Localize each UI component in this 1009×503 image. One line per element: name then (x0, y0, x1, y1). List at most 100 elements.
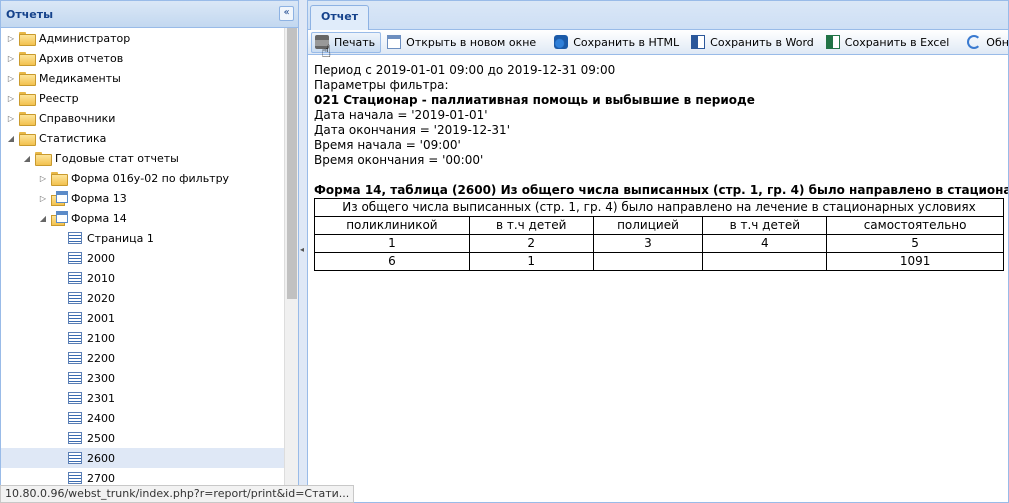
expander-icon[interactable]: ▷ (5, 114, 17, 123)
save-html-button[interactable]: Сохранить в HTML (550, 32, 685, 53)
table-cell: 1091 (826, 252, 1004, 271)
form-icon (51, 191, 68, 206)
column-header: в т.ч детей (468, 216, 594, 235)
expander-icon[interactable]: ▷ (5, 94, 17, 103)
filter-date-end: Дата окончания = '2019-12-31' (314, 123, 510, 137)
tree-item-label: Медикаменты (39, 71, 121, 85)
word-file-icon (691, 35, 706, 49)
expander-icon[interactable]: ◢ (37, 214, 49, 223)
save-excel-button[interactable]: Сохранить в Excel (822, 32, 956, 53)
report-page-icon (68, 332, 82, 344)
tree-item[interactable]: ◢ Форма 14 (1, 208, 284, 228)
tree-item[interactable]: ◢ Годовые стат отчеты (1, 148, 284, 168)
tree-item-label: 2300 (87, 371, 115, 385)
tree-item[interactable]: 2500 (1, 428, 284, 448)
tree-item[interactable]: 2400 (1, 408, 284, 428)
expander-icon[interactable]: ◢ (21, 154, 33, 163)
filter-params-label: Параметры фильтра: (314, 78, 449, 92)
table-cell: 1 (468, 252, 594, 271)
report-page-icon (68, 392, 82, 404)
tree-item-label: Форма 14 (71, 211, 127, 225)
reports-tree: ▷ Администратор ▷ Архив отчетов ▷ Медикаменты… (1, 28, 284, 502)
save-html-label: Сохранить в HTML (573, 35, 680, 49)
tree-item[interactable]: 2300 (1, 368, 284, 388)
collapse-panel-button[interactable]: « (279, 6, 294, 21)
print-button[interactable]: Печать ☝ (311, 31, 382, 60)
report-page-icon (68, 352, 82, 364)
tree-item[interactable]: ▷ Медикаменты (1, 68, 284, 88)
tree-item[interactable]: ◢ Статистика (1, 128, 284, 148)
html-file-icon (554, 35, 569, 49)
expander-icon[interactable]: ▷ (37, 194, 49, 203)
table-columns-row: поликлиникой в т.ч детей полицией в т.ч дет… (314, 216, 1004, 235)
report-page-icon (68, 312, 82, 324)
save-word-button[interactable]: Сохранить в Word (687, 32, 820, 53)
tree-item[interactable]: ▷ Форма 13 (1, 188, 284, 208)
expander-icon[interactable]: ◢ (5, 134, 17, 143)
filter-time-start: Время начала = '09:00' (314, 138, 461, 152)
column-number-cell: 5 (826, 234, 1004, 253)
expander-icon[interactable]: ▷ (5, 34, 17, 43)
reports-panel-header: Отчеты « (1, 1, 298, 28)
report-content: Период с 2019-01-01 09:00 до 2019-12-31 … (308, 55, 1008, 279)
tree-item[interactable]: 2010 (1, 268, 284, 288)
tree-item[interactable]: 2200 (1, 348, 284, 368)
tree-item-label: Страница 1 (87, 231, 154, 245)
tab-report[interactable]: Отчет (310, 5, 370, 30)
tree-item-label: 2500 (87, 431, 115, 445)
tree-item-label: 2600 (87, 451, 115, 465)
tree-item[interactable]: 2100 (1, 328, 284, 348)
tree-item[interactable]: Страница 1 (1, 228, 284, 248)
expander-icon[interactable]: ▷ (5, 54, 17, 63)
column-header: поликлиникой (314, 216, 470, 235)
tree-item-label: Форма 016у-02 по фильтру (71, 171, 230, 185)
tree-item-label: Администратор (39, 31, 131, 45)
tree-scrollbar[interactable] (284, 28, 298, 502)
report-page-icon (68, 472, 82, 484)
table-title: Форма 14, таблица (2600) Из общего числа… (314, 183, 1009, 197)
table-row: 6 1 1091 (314, 252, 1004, 271)
tree-item-label: Годовые стат отчеты (55, 151, 179, 165)
tree-item-label: Реестр (39, 91, 79, 105)
folder-icon (35, 152, 52, 166)
tree-item[interactable]: 2000 (1, 248, 284, 268)
save-excel-label: Сохранить в Excel (844, 35, 950, 49)
tree-scrollbar-thumb[interactable] (287, 28, 297, 299)
report-page-icon (68, 412, 82, 424)
tree-item-label: 2000 (87, 251, 115, 265)
print-button-label: Печать (334, 35, 376, 49)
hand-cursor-icon: ☝ (321, 41, 332, 62)
tree-item[interactable]: 2001 (1, 308, 284, 328)
reports-tree-panel: Отчеты « ▷ Администратор ▷ Архив отчетов ▷ Ме… (0, 0, 299, 503)
folder-icon (19, 112, 36, 126)
table-cell: 6 (314, 252, 470, 271)
folder-icon (19, 72, 36, 86)
report-panel: Отчет Печать ☝ Открыть в новом окне Сохр… (307, 0, 1009, 503)
column-header: самостоятельно (826, 216, 1004, 235)
tree-item-label: 2020 (87, 291, 115, 305)
tree-item[interactable]: ▷ Архив отчетов (1, 48, 284, 68)
open-new-window-button[interactable]: Открыть в новом окне (383, 32, 542, 53)
report-page-icon (68, 272, 82, 284)
report-page-icon (68, 292, 82, 304)
excel-file-icon (825, 35, 840, 49)
column-number-cell: 1 (314, 234, 470, 253)
folder-icon (19, 52, 36, 66)
splitter-grip-icon[interactable]: ◂ (300, 245, 306, 257)
tree-item[interactable]: ▷ Справочники (1, 108, 284, 128)
tree-item[interactable]: ▷ Реестр (1, 88, 284, 108)
tree-item[interactable]: 2301 (1, 388, 284, 408)
tree-item-label: Форма 13 (71, 191, 127, 205)
tree-item[interactable]: ▷ Форма 016у-02 по фильтру (1, 168, 284, 188)
expander-icon[interactable]: ▷ (37, 174, 49, 183)
tree-item[interactable]: ▷ Администратор (1, 28, 284, 48)
tree-item[interactable]: 2600 (1, 448, 284, 468)
report-page-icon (68, 432, 82, 444)
expander-icon[interactable]: ▷ (5, 74, 17, 83)
filter-time-end: Время окончания = '00:00' (314, 153, 484, 167)
panel-splitter[interactable]: ◂ (299, 0, 307, 503)
tree-item-label: Статистика (39, 131, 107, 145)
table-cell (702, 252, 828, 271)
refresh-button[interactable]: Обновить (963, 32, 1008, 53)
tree-item[interactable]: 2020 (1, 288, 284, 308)
